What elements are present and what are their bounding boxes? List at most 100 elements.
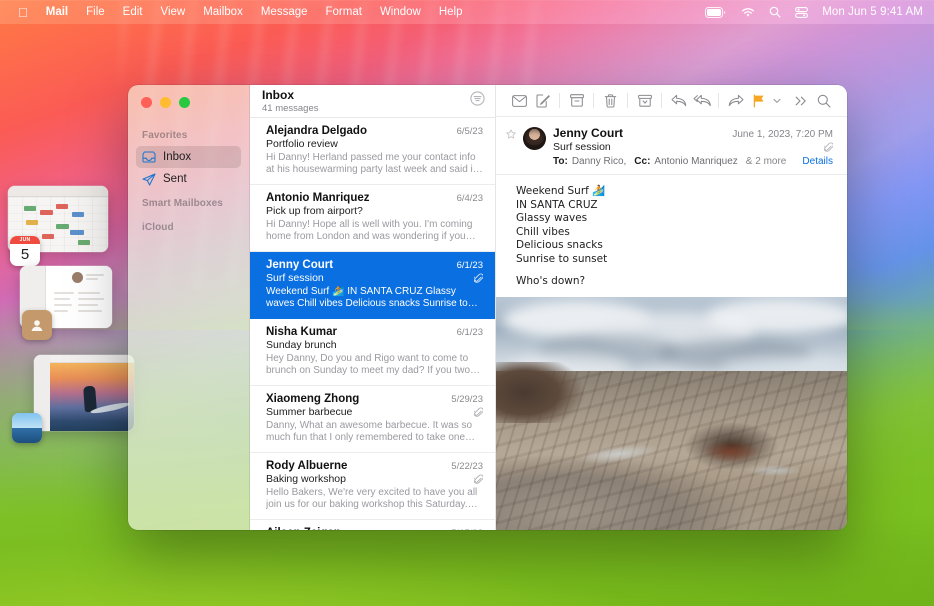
table-row[interactable]: Aileen Zeigen5/15/235K trainingHey Danny… [250,520,495,530]
menu-item-format[interactable]: Format [317,4,371,20]
forward-button[interactable] [724,89,747,112]
menu-bar-clock[interactable]: Mon Jun 5 9:41 AM [822,6,923,18]
sidebar-header-smart-mailboxes[interactable]: Smart Mailboxes [136,190,241,214]
message-list: Inbox 41 messages Alejandra Delgado 6/5/2… [250,85,496,530]
filter-icon[interactable] [470,91,485,106]
message-sender: Rody Albuerne [266,460,348,472]
message-row-subject: Sunday brunch [266,339,483,351]
message-subject: Baking workshop [266,473,346,485]
contacts-thumbnail-avatar [72,272,83,283]
calendar-icon-day: 5 [20,246,30,263]
calendar-window-thumbnail[interactable]: JUN 5 [8,186,108,266]
toolbar-separator [627,93,628,108]
star-icon[interactable] [506,126,516,167]
reply-all-button[interactable] [690,89,713,112]
menu-item-file[interactable]: File [77,4,114,20]
apple-logo-icon[interactable]:  [9,6,37,19]
menu-item-help[interactable]: Help [430,4,472,20]
toolbar-separator [718,93,719,108]
delete-button[interactable] [599,89,622,112]
contacts-window-thumbnail[interactable] [20,266,112,340]
message-row-top: Jenny Court 6/1/23 [266,259,483,271]
inbox-icon [142,151,156,163]
photos-thumbnail-card [34,355,134,431]
menu-item-message[interactable]: Message [252,4,317,20]
window-traffic-lights [128,92,249,122]
body-line: Glassy waves [516,212,588,224]
battery-icon[interactable] [705,6,727,18]
chevron-down-icon[interactable] [770,89,784,112]
coastal-rocks-photo [496,296,847,530]
sidebar-item-sent[interactable]: Sent [136,168,241,190]
mail-toolbar [496,85,847,117]
search-icon[interactable] [769,6,781,18]
message-date: 6/1/23 [456,327,483,338]
zoom-button[interactable] [179,97,190,108]
sidebar-item-label-inbox: Inbox [163,151,192,163]
toolbar-separator [593,93,594,108]
message-row-subject: Portfolio review [266,138,483,150]
calendar-event [42,234,54,239]
compose-button[interactable] [531,89,554,112]
calendar-event [70,230,84,235]
paperclip-icon [474,273,483,284]
toolbar-separator [661,93,662,108]
message-row-top: Antonio Manriquez 6/4/23 [266,192,483,204]
junk-button[interactable] [633,89,656,112]
calendar-app-icon[interactable]: JUN 5 [10,236,40,266]
table-row[interactable]: Rody Albuerne 5/22/23 Baking workshop Hello… [250,453,495,520]
avatar[interactable] [523,127,546,150]
message-row-top: Xiaomeng Zhong 5/29/23 [266,393,483,405]
menu-bar:  Mail File Edit View Mailbox Message Fo… [0,0,934,24]
photos-app-icon[interactable] [12,413,42,443]
desktop:  Mail File Edit View Mailbox Message Fo… [0,0,934,606]
reply-button[interactable] [667,89,690,112]
table-row[interactable]: Jenny Court 6/1/23 Surf session Weekend Sur… [250,252,495,319]
control-center-icon[interactable] [795,6,809,18]
more-recipients[interactable]: & 2 more [746,156,787,167]
menu-item-mail[interactable]: Mail [37,4,77,20]
minimize-button[interactable] [160,97,171,108]
message-header-row-sender: Jenny Court June 1, 2023, 7:20 PM [553,126,833,140]
table-row[interactable]: Nisha Kumar 6/1/23 Sunday brunch Hey Danny,… [250,319,495,386]
paperclip-icon [474,474,483,485]
calendar-thumbnail-toolbar [8,186,108,197]
menu-bar-items:  Mail File Edit View Mailbox Message Fo… [0,4,472,20]
message-list-scroll[interactable]: Alejandra Delgado 6/5/23 Portfolio review H… [250,118,495,530]
sidebar-header-icloud[interactable]: iCloud [136,214,241,238]
table-row[interactable]: Alejandra Delgado 6/5/23 Portfolio review H… [250,118,495,185]
mail-sidebar: Favorites Inbox Sent Smart Mailboxes iCl… [128,85,250,530]
message-subject: Pick up from airport? [266,205,363,217]
message-sender: Antonio Manriquez [266,192,370,204]
close-button[interactable] [141,97,152,108]
message-row-subject: Surf session [266,272,483,284]
menu-item-view[interactable]: View [151,4,194,20]
cc-value[interactable]: Antonio Manriquez [654,156,737,167]
contacts-app-icon[interactable] [22,310,52,340]
body-line: Who's down? [516,275,586,287]
message-subject: Sunday brunch [266,339,337,351]
mark-unread-button[interactable] [508,89,531,112]
reading-pane: Jenny Court June 1, 2023, 7:20 PM Surf s… [496,85,847,530]
photos-window-thumbnail[interactable] [12,355,134,443]
menu-item-edit[interactable]: Edit [114,4,152,20]
attachment-image[interactable] [496,296,847,530]
message-row-top: Nisha Kumar 6/1/23 [266,326,483,338]
flag-button[interactable] [747,89,770,112]
table-row[interactable]: Antonio Manriquez 6/4/23 Pick up from airp… [250,185,495,252]
to-value[interactable]: Danny Rico, [572,156,626,167]
more-button[interactable] [789,89,812,112]
archive-button[interactable] [565,89,588,112]
details-link[interactable]: Details [802,156,833,167]
search-icon[interactable] [812,89,835,112]
message-row-top: Alejandra Delgado 6/5/23 [266,125,483,137]
menu-item-mailbox[interactable]: Mailbox [194,4,252,20]
cc-label: Cc: [634,156,651,167]
wifi-icon[interactable] [741,7,755,18]
sidebar-group-icloud: iCloud [128,214,249,238]
table-row[interactable]: Xiaomeng Zhong 5/29/23 Summer barbecue Dann… [250,386,495,453]
menu-item-window[interactable]: Window [371,4,430,20]
sidebar-item-inbox[interactable]: Inbox [136,146,241,168]
message-date: 6/1/23 [456,260,483,271]
photos-icon-sky [12,413,42,428]
